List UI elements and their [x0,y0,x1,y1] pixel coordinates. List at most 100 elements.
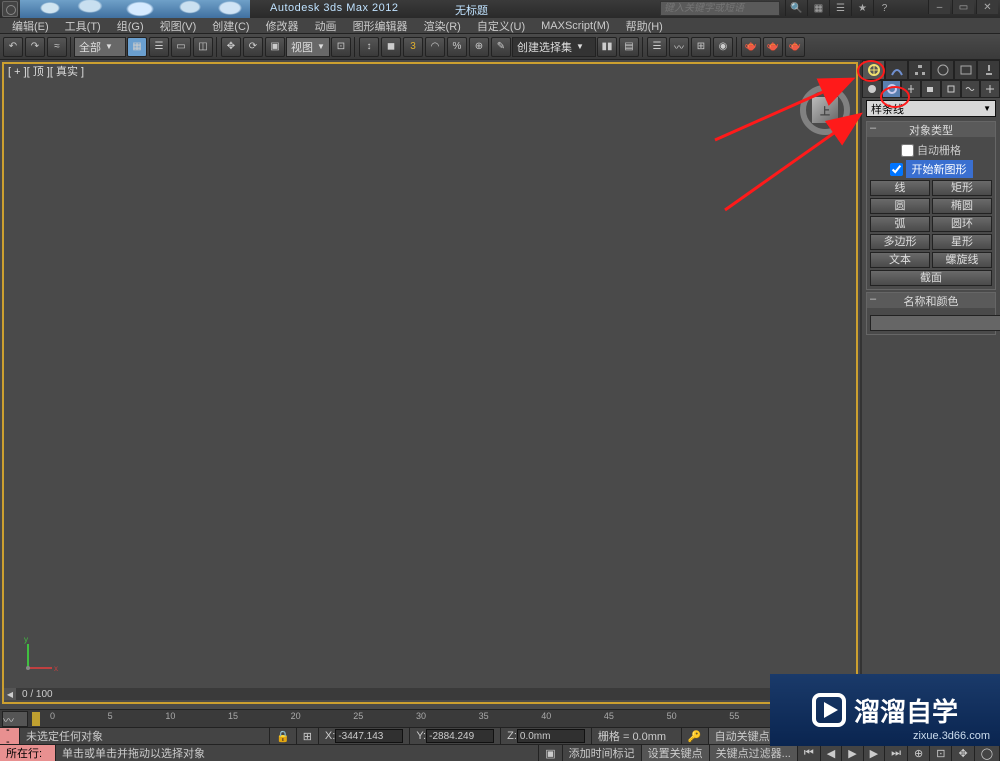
view-cube-face[interactable]: 上 [812,97,838,123]
named-sel-dropdown[interactable]: 创建选择集▼ [512,37,596,57]
mirror-button[interactable]: ▮▮ [597,37,617,57]
shape-helix-button[interactable]: 螺旋线 [932,252,992,268]
start-new-shape-label[interactable]: 开始新图形 [906,160,973,178]
goto-end-button[interactable]: ⏭ [885,745,908,761]
subtab-systems[interactable] [980,80,1000,98]
viewport-label[interactable]: [ + ][ 顶 ][ 真实 ] [8,63,84,79]
scroll-left-icon[interactable]: ◀ [4,688,16,700]
shape-line-button[interactable]: 线 [870,180,930,196]
nav-pan-button[interactable]: ✥ [952,745,974,761]
nav-zoom-all-button[interactable]: ⊡ [930,745,952,761]
shape-star-button[interactable]: 星形 [932,234,992,250]
shape-rectangle-button[interactable]: 矩形 [932,180,992,196]
autogrid-checkbox[interactable] [901,144,914,157]
rollout-name-color-header[interactable]: 名称和颜色 [867,293,995,308]
tab-utilities[interactable] [977,60,1000,80]
set-key-button[interactable]: 设置关键点 [642,745,710,761]
coord-y-input[interactable] [426,729,494,743]
scale-button[interactable]: ▣ [265,37,285,57]
rotate-button[interactable]: ⟳ [243,37,263,57]
help-search[interactable] [660,1,780,16]
angle-snap-button[interactable]: ◠ [425,37,445,57]
shape-arc-button[interactable]: 弧 [870,216,930,232]
move-button[interactable]: ✥ [221,37,241,57]
menu-customize[interactable]: 自定义(U) [469,17,533,35]
menu-render[interactable]: 渲染(R) [416,17,469,35]
lock-icon[interactable]: 🔒 [270,728,297,744]
rendered-frame-button[interactable]: 🫖 [763,37,783,57]
menu-animation[interactable]: 动画 [307,17,345,35]
subscription-icon[interactable]: ▦ [807,0,829,16]
time-tag-button[interactable]: 添加时间标记 [563,745,642,761]
layer-manager-button[interactable]: ☰ [647,37,667,57]
ref-coord-dropdown[interactable]: 视图▼ [286,37,330,57]
redo-button[interactable]: ↷ [25,37,45,57]
tab-hierarchy[interactable] [908,60,931,80]
object-name-input[interactable] [870,315,1000,331]
help-search-input[interactable] [661,2,779,15]
subtab-cameras[interactable] [921,80,941,98]
maximize-button[interactable]: ▭ [952,0,974,14]
spinner-snap-button[interactable]: ⊕ [469,37,489,57]
minimize-button[interactable]: – [928,0,950,14]
menu-create[interactable]: 创建(C) [204,17,257,35]
link-button[interactable]: ≈ [47,37,67,57]
rect-select-button[interactable]: ▭ [171,37,191,57]
shape-section-button[interactable]: 截面 [870,270,992,286]
next-frame-button[interactable]: ▶ [864,745,885,761]
manipulate-button[interactable]: ↕ [359,37,379,57]
subtab-helpers[interactable] [941,80,961,98]
menu-maxscript[interactable]: MAXScript(M) [533,19,617,33]
material-editor-button[interactable]: ◉ [713,37,733,57]
select-name-button[interactable]: ☰ [149,37,169,57]
subtab-spacewarps[interactable] [961,80,981,98]
menu-help[interactable]: 帮助(H) [618,17,671,35]
subtab-lights[interactable] [901,80,921,98]
curve-editor-button[interactable]: 〰 [669,37,689,57]
subtab-shapes[interactable] [882,80,902,98]
tab-create[interactable] [862,60,885,80]
selection-filter-dropdown[interactable]: 全部▼ [74,37,126,57]
undo-button[interactable]: ↶ [3,37,23,57]
menu-edit[interactable]: 编辑(E) [4,17,57,35]
coord-x-input[interactable] [335,729,403,743]
help-icon[interactable]: ? [873,0,895,16]
viewport[interactable]: [ + ][ 顶 ][ 真实 ] 上 y x ◀ 0 / 100 ▶ [0,60,862,706]
subtab-geometry[interactable] [862,80,882,98]
prev-frame-button[interactable]: ◀ [821,745,842,761]
isolate-icon[interactable]: ▣ [539,745,562,761]
percent-snap-button[interactable]: % [447,37,467,57]
auto-key-button[interactable]: 自动关键点 [709,728,777,744]
key-icon[interactable]: 🔑 [682,728,709,744]
nav-orbit-button[interactable]: ◯ [975,745,1000,761]
time-slider-handle[interactable] [32,712,40,726]
start-new-shape-checkbox[interactable] [890,163,903,176]
coord-abs-icon[interactable]: ⊞ [297,728,319,744]
tab-display[interactable] [954,60,977,80]
schematic-view-button[interactable]: ⊞ [691,37,711,57]
menu-tools[interactable]: 工具(T) [57,17,109,35]
coord-z-input[interactable] [517,729,585,743]
view-cube[interactable]: 上 [800,85,850,135]
keyboard-shortcut-button[interactable]: ◼ [381,37,401,57]
menu-modifiers[interactable]: 修改器 [258,17,307,35]
search-icon[interactable]: 🔍 [785,0,807,16]
render-setup-button[interactable]: 🫖 [741,37,761,57]
key-filter-button[interactable]: 关键点过滤器... [710,745,798,761]
shape-donut-button[interactable]: 圆环 [932,216,992,232]
shape-ngon-button[interactable]: 多边形 [870,234,930,250]
menu-group[interactable]: 组(G) [109,17,152,35]
pivot-button[interactable]: ⊡ [331,37,351,57]
select-object-button[interactable]: ▦ [127,37,147,57]
menu-views[interactable]: 视图(V) [152,17,205,35]
star-icon[interactable]: ★ [851,0,873,16]
snap-3-button[interactable]: 3 [403,37,423,57]
goto-start-button[interactable]: ⏮ [798,745,821,761]
window-crossing-button[interactable]: ◫ [193,37,213,57]
align-button[interactable]: ▤ [619,37,639,57]
tab-modify[interactable] [885,60,908,80]
menu-graph[interactable]: 图形编辑器 [345,17,416,35]
app-icon[interactable] [2,1,18,17]
nav-zoom-button[interactable]: ⊕ [908,745,930,761]
render-button[interactable]: 🫖 [785,37,805,57]
